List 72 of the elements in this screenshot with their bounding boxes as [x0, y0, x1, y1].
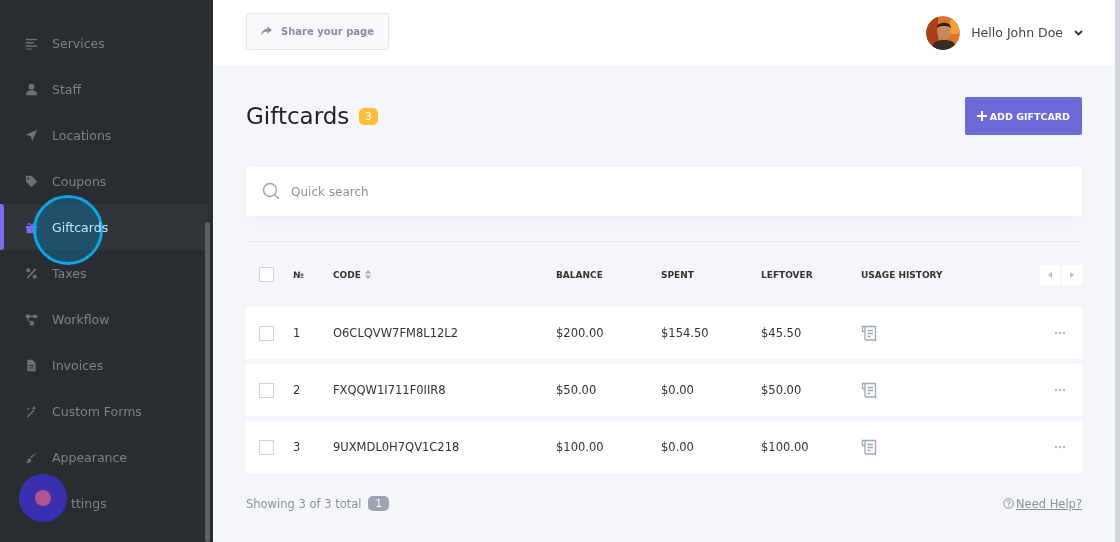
percent-icon [25, 266, 38, 280]
receipt-icon[interactable] [861, 438, 878, 456]
receipt-icon[interactable] [861, 381, 878, 399]
column-header: BALANCE [556, 269, 604, 280]
scrollbar[interactable] [205, 222, 210, 542]
sidebar-item[interactable]: Workflow [0, 296, 208, 342]
scroll-left-button[interactable] [1040, 264, 1060, 285]
wand-icon [25, 404, 38, 418]
add-giftcard-button[interactable]: ADD GIFTCARD [964, 97, 1082, 135]
list-icon [25, 36, 38, 50]
table-cell-text: 3 [293, 440, 302, 454]
row-checkbox[interactable] [259, 325, 274, 341]
row-checkbox[interactable] [259, 439, 274, 455]
navigate-icon [25, 128, 38, 142]
sidebar-item[interactable]: Services [0, 20, 208, 66]
search-field[interactable]: Quick search [246, 167, 1082, 216]
sidebar-item[interactable]: Invoices [0, 342, 208, 388]
count-badge: 3 [359, 107, 378, 125]
table-cell-text: $0.00 [661, 383, 695, 397]
caret-right-icon [1070, 271, 1074, 278]
sidebar-item[interactable]: Locations [0, 112, 208, 158]
column-header: USAGE HISTORY [861, 269, 944, 280]
column-header[interactable]: CODE [333, 269, 556, 280]
receipt-icon[interactable] [861, 324, 878, 342]
table-cell-text: FXQQW1I711F0IIR8 [333, 383, 447, 397]
gift-icon [25, 220, 38, 234]
sidebar-item[interactable]: Appearance [0, 434, 208, 480]
table-cell-text: $200.00 [556, 326, 605, 340]
column-header: LEFTOVER [761, 269, 814, 280]
tag-icon [25, 174, 38, 188]
row-checkbox[interactable] [259, 382, 274, 398]
help-icon [1002, 498, 1014, 509]
search-icon [262, 182, 280, 200]
share-icon [261, 26, 272, 36]
table-cell-text: $50.00 [761, 383, 803, 397]
column-header: № [293, 269, 305, 280]
chevron-down-icon[interactable] [1074, 29, 1083, 36]
brush-icon [25, 450, 38, 464]
more-icon[interactable] [1054, 331, 1066, 335]
table-cell-text: $154.50 [661, 326, 710, 340]
table-cell-text: 1 [293, 326, 302, 340]
table-cell-text: $0.00 [661, 440, 695, 454]
table-cell-text: $100.00 [556, 440, 605, 454]
plus-icon [976, 111, 987, 121]
table-cell-text: $100.00 [761, 440, 810, 454]
sidebar-item[interactable]: Coupons [0, 158, 208, 204]
table-cell-text: 2 [293, 383, 302, 397]
user-greeting[interactable]: Hello John Doe [971, 25, 1063, 40]
table-cell-text: $45.50 [761, 326, 803, 340]
caret-left-icon [1048, 271, 1052, 278]
column-header: SPENT [661, 269, 695, 280]
share-button[interactable]: Share your page [246, 12, 390, 50]
showing-summary: Showing 3 of 3 total [246, 496, 362, 511]
more-icon[interactable] [1054, 388, 1066, 392]
sidebar-item[interactable]: Custom Forms [0, 388, 208, 434]
page-title: Giftcards [246, 103, 350, 129]
table-cell-text: O6CLQVW7FM8L12L2 [333, 326, 460, 340]
workflow-icon [25, 312, 38, 326]
user-icon [25, 82, 38, 96]
table-cell-text: $50.00 [556, 383, 598, 397]
need-help-link[interactable]: Need Help? [1002, 496, 1082, 511]
page-button[interactable]: 1 [368, 496, 389, 511]
record-dot-icon [19, 474, 67, 522]
file-icon [25, 358, 38, 372]
select-all-checkbox[interactable] [259, 267, 274, 282]
table-cell-text: 9UXMDL0H7QV1C218 [333, 440, 461, 454]
sidebar-item[interactable]: ttings [0, 480, 208, 526]
sidebar-item[interactable]: Staff [0, 66, 208, 112]
sidebar-item[interactable]: Taxes [0, 250, 208, 296]
scroll-right-button[interactable] [1062, 264, 1082, 285]
more-icon[interactable] [1054, 445, 1066, 449]
sort-icon [364, 270, 371, 279]
